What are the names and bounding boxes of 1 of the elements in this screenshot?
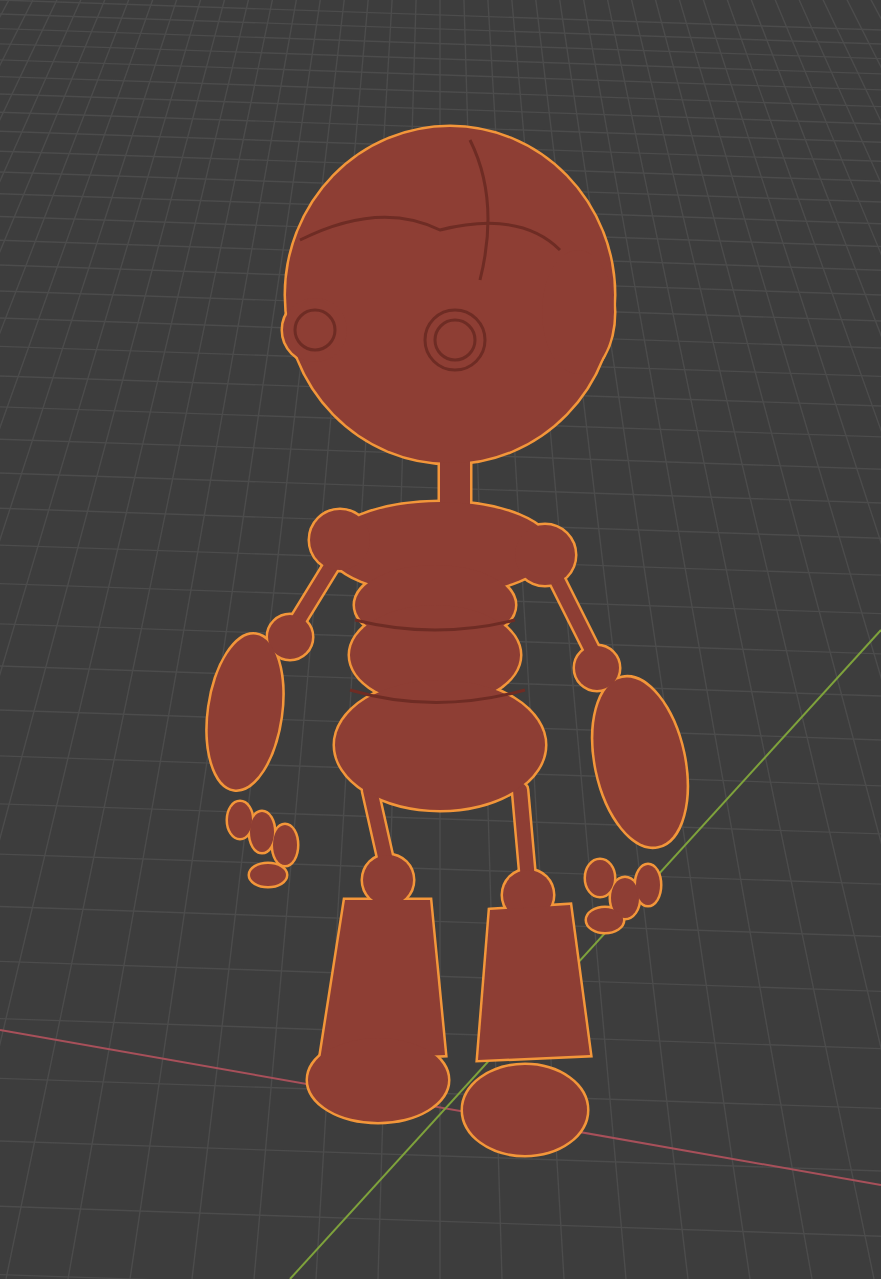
robot-drawing[interactable] <box>205 124 690 1158</box>
